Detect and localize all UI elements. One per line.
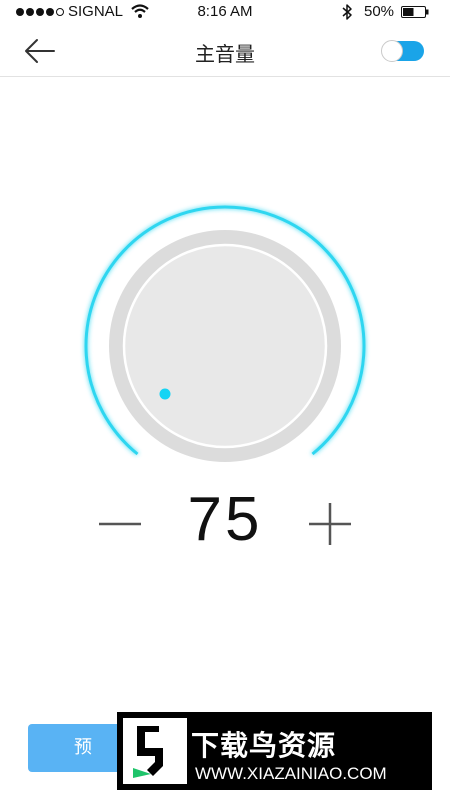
preset-button-label: 预 [74,737,92,758]
battery-icon [401,6,429,18]
master-volume-toggle[interactable] [381,40,424,62]
nav-bar: 主音量 [0,26,450,77]
knob-indicator-dot [159,388,171,400]
watermark-url: WWW.XIAZAINIAO.COM [195,764,387,783]
bluetooth-icon [342,4,352,20]
watermark-name: 下载鸟资源 [191,729,337,762]
status-bar: SIGNAL 8:16 AM 50% [0,0,450,24]
plus-icon[interactable] [306,500,354,548]
battery-percent: 50% [364,3,395,20]
bird-logo-icon [123,718,187,784]
watermark-banner: 下载鸟资源 WWW.XIAZAINIAO.COM [117,712,432,790]
minus-icon[interactable] [96,500,144,548]
volume-value: 75 [187,485,263,554]
screen: SIGNAL 8:16 AM 50% 主音量 75 预 下载鸟资源 WWW.XI… [0,0,450,800]
toggle-knob [381,40,403,62]
volume-knob[interactable] [77,200,377,500]
knob-face [122,243,328,449]
